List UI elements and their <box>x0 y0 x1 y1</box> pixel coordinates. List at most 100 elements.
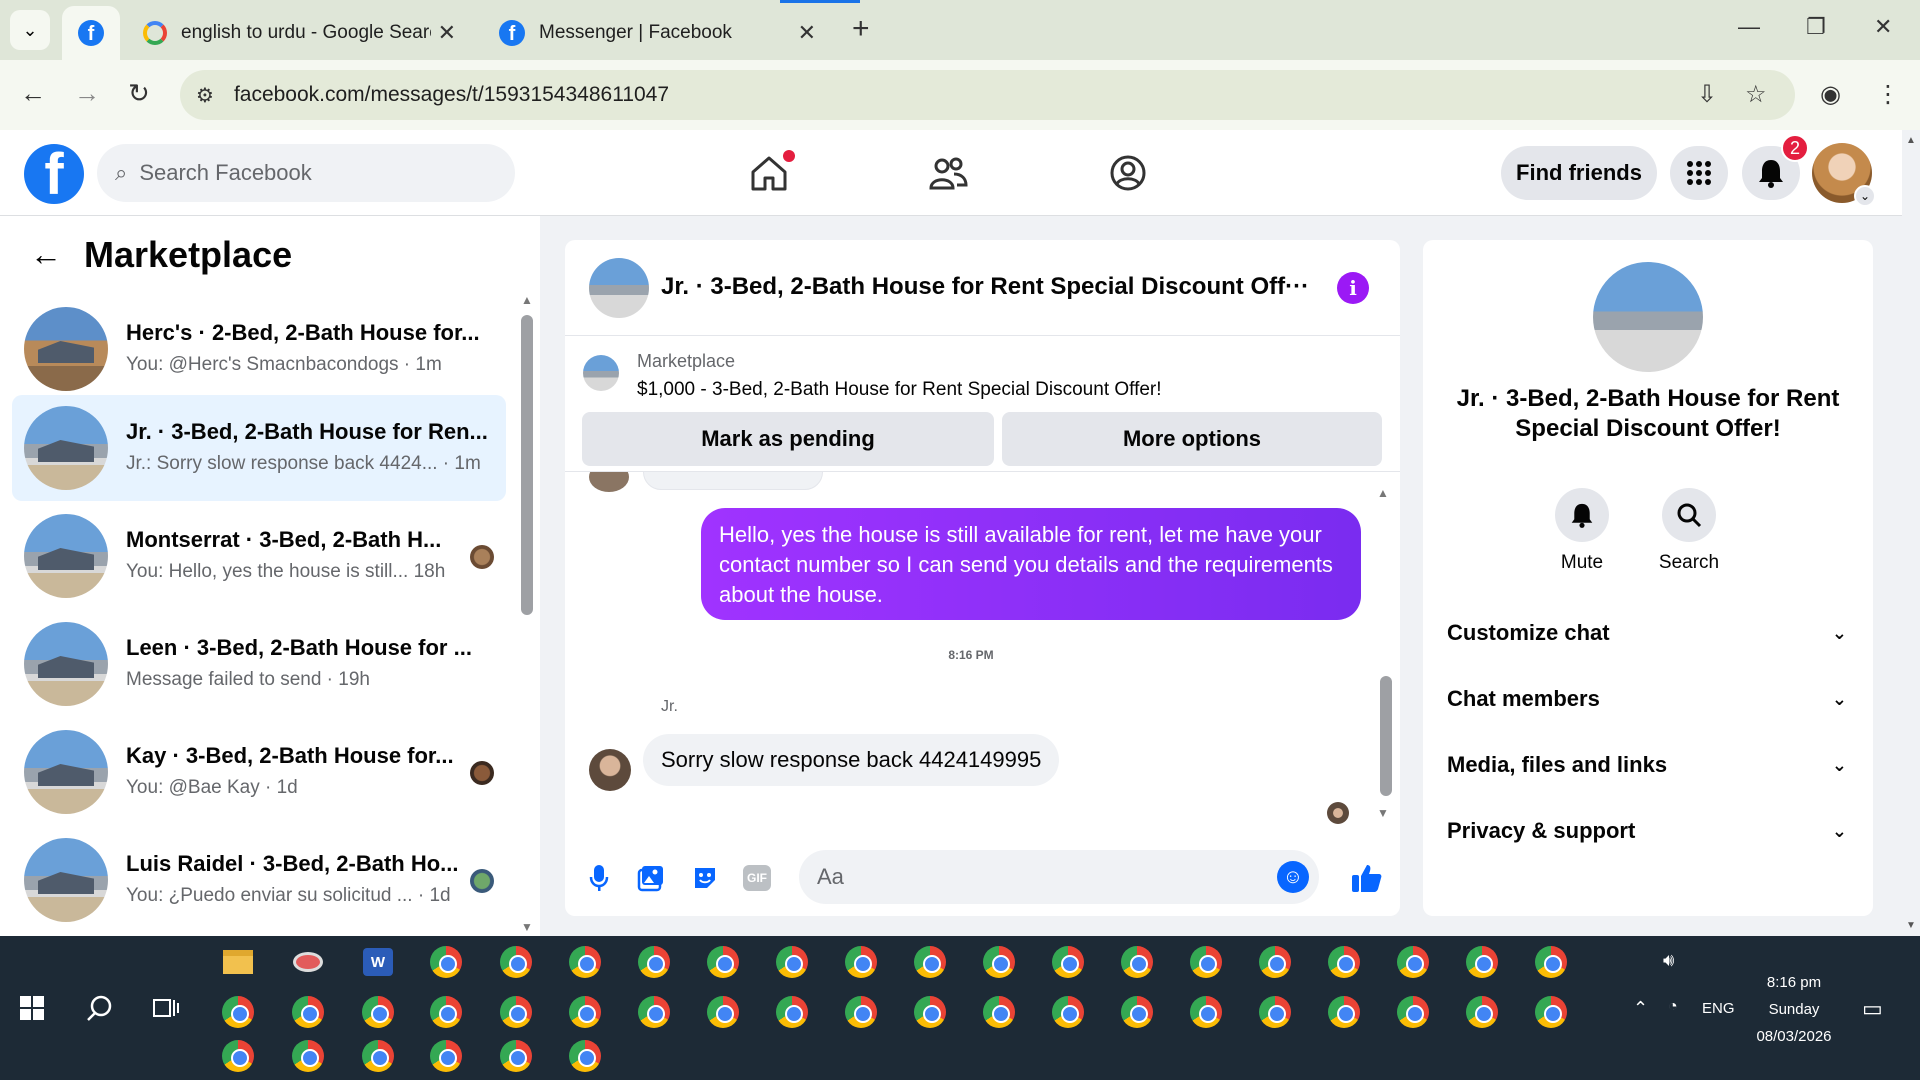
chrome-icon[interactable] <box>1048 942 1088 982</box>
menu-kebab-icon[interactable]: ⋮ <box>1876 80 1900 109</box>
chrome-icon[interactable] <box>358 1036 398 1076</box>
file-explorer-icon[interactable] <box>218 942 258 982</box>
chrome-icon[interactable] <box>1393 992 1433 1032</box>
conversation-item[interactable]: Leen · 3-Bed, 2-Bath House for ... Messa… <box>12 611 506 717</box>
chrome-icon[interactable] <box>772 942 812 982</box>
tab-google-search[interactable]: english to urdu - Google Search ✕ <box>125 6 470 60</box>
sender-avatar[interactable] <box>589 749 631 791</box>
chrome-icon[interactable] <box>703 992 743 1032</box>
windows-start-icon[interactable] <box>12 988 52 1028</box>
info-icon[interactable]: i <box>1337 272 1369 304</box>
media-files-links-section[interactable]: Media, files and links ⌄ <box>1447 740 1847 790</box>
chrome-icon[interactable] <box>1255 942 1295 982</box>
close-icon[interactable]: ✕ <box>798 20 816 46</box>
chrome-icon[interactable] <box>288 1036 328 1076</box>
menu-button[interactable] <box>1670 146 1728 200</box>
clock-day[interactable]: Sunday <box>1754 1001 1834 1018</box>
chrome-icon[interactable] <box>426 1036 466 1076</box>
tab-facebook-pinned[interactable]: f <box>62 6 120 60</box>
chrome-icon[interactable] <box>358 992 398 1032</box>
conversation-item[interactable]: Kay · 3-Bed, 2-Bath House for... You: @B… <box>12 719 506 825</box>
chrome-icon[interactable] <box>841 942 881 982</box>
customize-chat-section[interactable]: Customize chat ⌄ <box>1447 608 1847 658</box>
chrome-icon[interactable] <box>703 942 743 982</box>
chrome-icon[interactable] <box>1324 992 1364 1032</box>
groups-nav[interactable] <box>1100 150 1156 196</box>
sidebar-scrollbar[interactable] <box>521 315 533 615</box>
search-icon[interactable] <box>80 988 120 1028</box>
facebook-logo[interactable]: f <box>24 144 84 204</box>
tab-search-button[interactable]: ⌄ <box>10 10 50 50</box>
forward-button[interactable]: → <box>74 78 100 109</box>
chrome-icon[interactable] <box>841 992 881 1032</box>
chrome-icon[interactable] <box>1255 992 1295 1032</box>
chrome-icon[interactable] <box>496 992 536 1032</box>
thumbs-up-icon[interactable] <box>1351 862 1383 894</box>
clock-date[interactable]: 08/03/2026 <box>1744 1028 1844 1045</box>
bell-icon[interactable] <box>1555 488 1609 542</box>
chrome-icon[interactable] <box>634 942 674 982</box>
restore-button[interactable]: ❐ <box>1806 14 1826 40</box>
scroll-down-arrow[interactable]: ▼ <box>1377 806 1389 820</box>
conversation-item[interactable]: Luis Raidel · 3-Bed, 2-Bath Ho... You: ¿… <box>12 827 506 933</box>
search-action[interactable]: Search <box>1644 488 1734 574</box>
chrome-icon[interactable] <box>1117 942 1157 982</box>
new-tab-button[interactable]: + <box>852 12 870 46</box>
snipping-tool-icon[interactable] <box>288 942 328 982</box>
clock-time[interactable]: 8:16 pm <box>1754 974 1834 991</box>
chat-scrollbar[interactable] <box>1380 676 1392 796</box>
scroll-down-arrow[interactable]: ▼ <box>1906 920 1916 931</box>
listing-thumbnail[interactable] <box>589 258 649 318</box>
chrome-icon[interactable] <box>1462 942 1502 982</box>
chat-members-section[interactable]: Chat members ⌄ <box>1447 674 1847 724</box>
friends-nav[interactable] <box>920 150 976 196</box>
chrome-icon[interactable] <box>1048 992 1088 1032</box>
chrome-icon[interactable] <box>218 1036 258 1076</box>
scroll-up-arrow[interactable]: ▲ <box>1377 486 1389 500</box>
chrome-icon[interactable] <box>910 942 950 982</box>
chrome-icon[interactable] <box>288 992 328 1032</box>
bookmark-star-icon[interactable]: ☆ <box>1745 80 1767 109</box>
search-icon[interactable] <box>1662 488 1716 542</box>
chrome-icon[interactable] <box>910 992 950 1032</box>
close-icon[interactable]: ✕ <box>438 20 456 46</box>
emoji-icon[interactable]: ☺ <box>1277 861 1309 893</box>
chrome-icon[interactable] <box>1531 942 1571 982</box>
chrome-icon[interactable] <box>1531 992 1571 1032</box>
search-input[interactable] <box>139 160 470 186</box>
wifi-icon[interactable]: ◔ <box>1668 998 1678 1016</box>
profile-icon[interactable]: ◉ <box>1820 80 1841 109</box>
gif-icon[interactable]: GIF <box>741 862 773 894</box>
scroll-up-arrow[interactable]: ▲ <box>1906 135 1916 146</box>
page-scrollbar[interactable]: ▲ ▼ <box>1902 130 1920 936</box>
chrome-icon[interactable] <box>1462 992 1502 1032</box>
privacy-support-section[interactable]: Privacy & support ⌄ <box>1447 806 1847 856</box>
microphone-icon[interactable] <box>583 862 615 894</box>
task-view-icon[interactable] <box>146 988 186 1028</box>
mark-as-pending-button[interactable]: Mark as pending <box>582 412 994 466</box>
conversation-item[interactable]: Montserrat · 3-Bed, 2-Bath H... You: Hel… <box>12 503 506 609</box>
chrome-icon[interactable] <box>565 992 605 1032</box>
reload-button[interactable]: ↻ <box>128 78 150 109</box>
facebook-search[interactable]: ⌕ <box>97 144 515 202</box>
chrome-icon[interactable] <box>1186 942 1226 982</box>
conversation-item-selected[interactable]: Jr. · 3-Bed, 2-Bath House for Ren... Jr.… <box>12 395 506 501</box>
tab-messenger[interactable]: f Messenger | Facebook ✕ <box>485 6 830 60</box>
word-icon[interactable]: W <box>358 942 398 982</box>
chrome-icon[interactable] <box>634 992 674 1032</box>
conversation-item[interactable]: Herc's · 2-Bed, 2-Bath House for... You:… <box>12 296 506 402</box>
scroll-up-arrow[interactable]: ▲ <box>521 293 533 307</box>
close-window-button[interactable]: ✕ <box>1874 14 1892 40</box>
account-avatar[interactable]: ⌄ <box>1812 143 1876 207</box>
chevron-up-icon[interactable]: ⌃ <box>1633 998 1648 1019</box>
chrome-icon[interactable] <box>1117 992 1157 1032</box>
sent-message-bubble[interactable]: Hello, yes the house is still available … <box>701 508 1361 620</box>
chrome-icon[interactable] <box>565 1036 605 1076</box>
minimize-button[interactable]: — <box>1738 14 1760 40</box>
back-button[interactable]: ← <box>20 78 46 109</box>
home-nav[interactable] <box>741 150 797 196</box>
listing-description[interactable]: $1,000 - 3-Bed, 2-Bath House for Rent Sp… <box>637 379 1162 401</box>
chrome-icon[interactable] <box>1393 942 1433 982</box>
address-bar[interactable]: ⚙ facebook.com/messages/t/15931543486110… <box>180 70 1795 120</box>
chrome-icon[interactable] <box>772 992 812 1032</box>
